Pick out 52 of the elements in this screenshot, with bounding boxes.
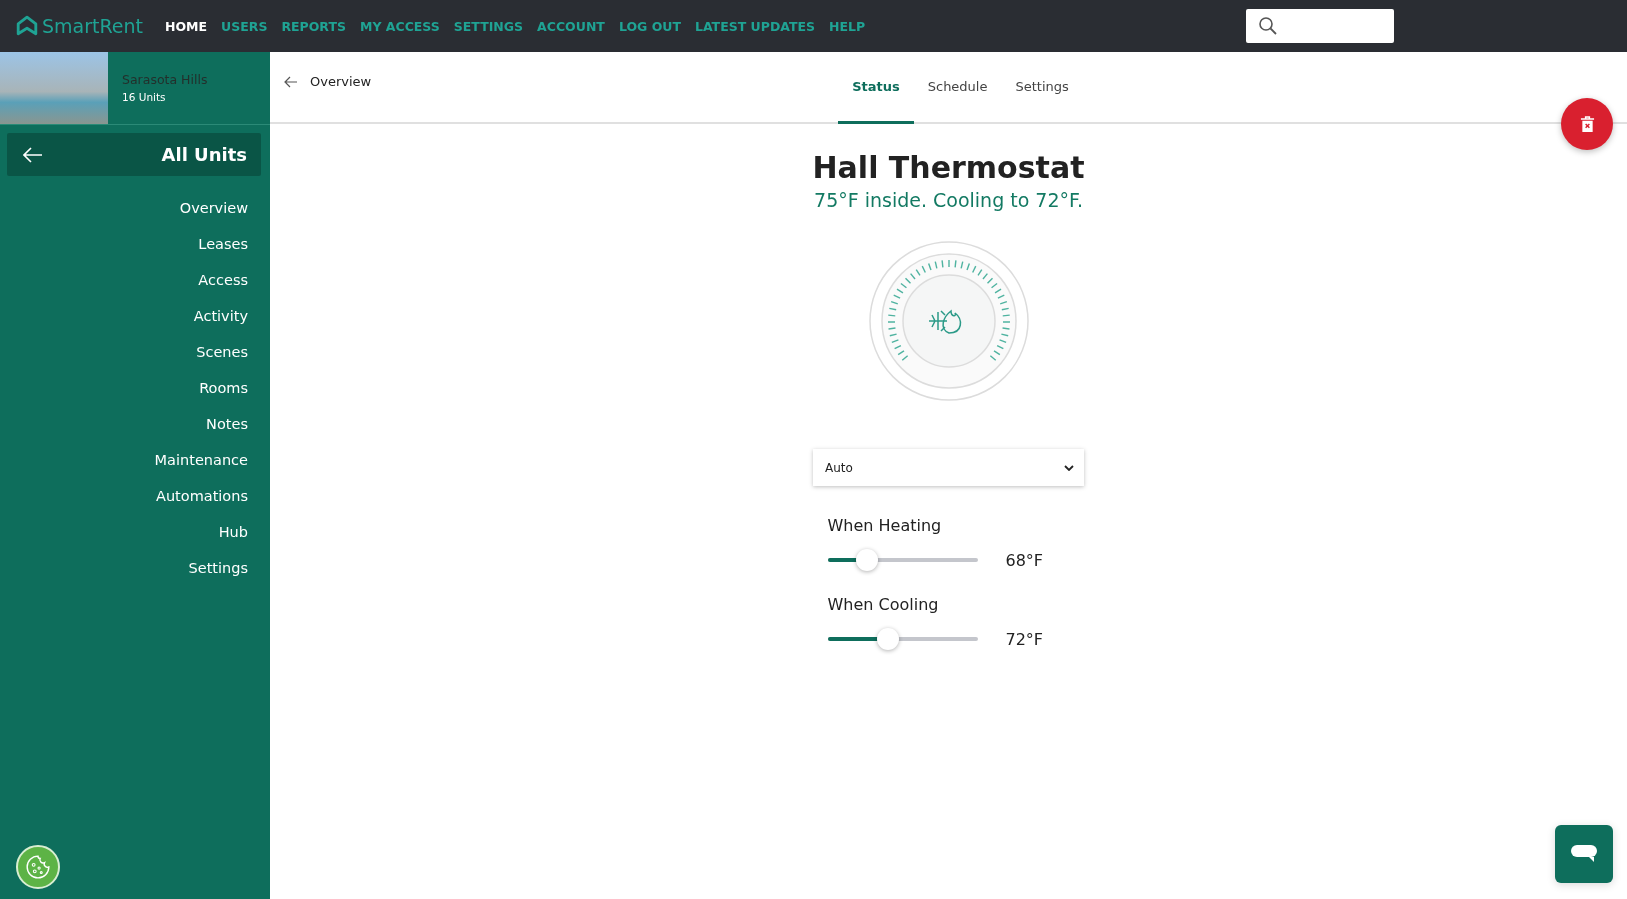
sidebar-item[interactable]: Notes bbox=[206, 406, 248, 442]
chat-button[interactable] bbox=[1555, 825, 1613, 883]
nav-link[interactable]: REPORTS bbox=[281, 18, 346, 34]
device-status: 75°F inside. Cooling to 72°F. bbox=[814, 189, 1083, 211]
nav-link[interactable]: LOG OUT bbox=[618, 18, 681, 34]
sidebar-item[interactable]: Settings bbox=[188, 550, 248, 586]
slider-thumb[interactable] bbox=[876, 628, 899, 650]
slider-track[interactable] bbox=[827, 548, 978, 572]
property-name: Sarasota Hills bbox=[122, 72, 208, 87]
tab[interactable]: Settings bbox=[1001, 52, 1083, 124]
mode-dropdown[interactable]: Auto bbox=[813, 449, 1084, 486]
nav-link[interactable]: LATEST UPDATES bbox=[694, 18, 816, 34]
back-link[interactable]: Overview bbox=[284, 74, 372, 89]
slider-thumb[interactable] bbox=[855, 549, 878, 571]
sidebar-item[interactable]: Overview bbox=[179, 190, 248, 226]
brand-logo-text[interactable]: SmartRent bbox=[42, 15, 143, 37]
sidebar-item[interactable]: Leases bbox=[198, 226, 248, 262]
all-units-header[interactable]: All Units bbox=[7, 133, 261, 176]
setpoint-label: When Heating bbox=[827, 516, 943, 535]
back-label: Overview bbox=[310, 74, 372, 89]
nav-link[interactable]: USERS bbox=[221, 18, 268, 34]
sidebar-item[interactable]: Activity bbox=[193, 298, 248, 334]
nav-link[interactable]: SETTINGS bbox=[453, 18, 524, 34]
tab[interactable]: Status bbox=[838, 52, 914, 124]
sidebar-item[interactable]: Access bbox=[198, 262, 248, 298]
tab[interactable]: Schedule bbox=[913, 52, 1002, 124]
temperature-reading: 68°F bbox=[1005, 550, 1044, 570]
sidebar-item[interactable]: Maintenance bbox=[154, 442, 248, 478]
setpoint-label: When Cooling bbox=[827, 595, 940, 614]
sidebar-item[interactable]: Automations bbox=[156, 478, 248, 514]
unit-count: 16 Units bbox=[122, 91, 167, 103]
delete-button[interactable] bbox=[1561, 98, 1613, 150]
search-icon bbox=[1258, 16, 1278, 36]
cookie-icon bbox=[25, 854, 51, 880]
search-field[interactable] bbox=[1246, 9, 1394, 43]
trash-icon bbox=[1579, 115, 1595, 133]
slider-track[interactable] bbox=[827, 627, 978, 651]
chevron-down-icon bbox=[1064, 464, 1074, 471]
nav-link[interactable]: HELP bbox=[829, 18, 866, 34]
nav-link[interactable]: ACCOUNT bbox=[537, 18, 605, 34]
sidebar-item[interactable]: Rooms bbox=[199, 370, 248, 406]
device-title: Hall Thermostat bbox=[812, 150, 1085, 185]
all-units-title: All Units bbox=[161, 144, 247, 165]
nav-link[interactable]: MY ACCESS bbox=[359, 18, 440, 34]
back-arrow-icon bbox=[284, 75, 298, 88]
house-logo-icon bbox=[16, 15, 38, 37]
nav-link[interactable]: HOME bbox=[165, 18, 208, 34]
back-arrow-icon bbox=[23, 146, 43, 163]
sidebar-item[interactable]: Scenes bbox=[196, 334, 248, 370]
sidebar-item[interactable]: Hub bbox=[218, 514, 248, 550]
cookie-button[interactable] bbox=[16, 845, 60, 889]
temperature-reading: 72°F bbox=[1005, 629, 1044, 649]
